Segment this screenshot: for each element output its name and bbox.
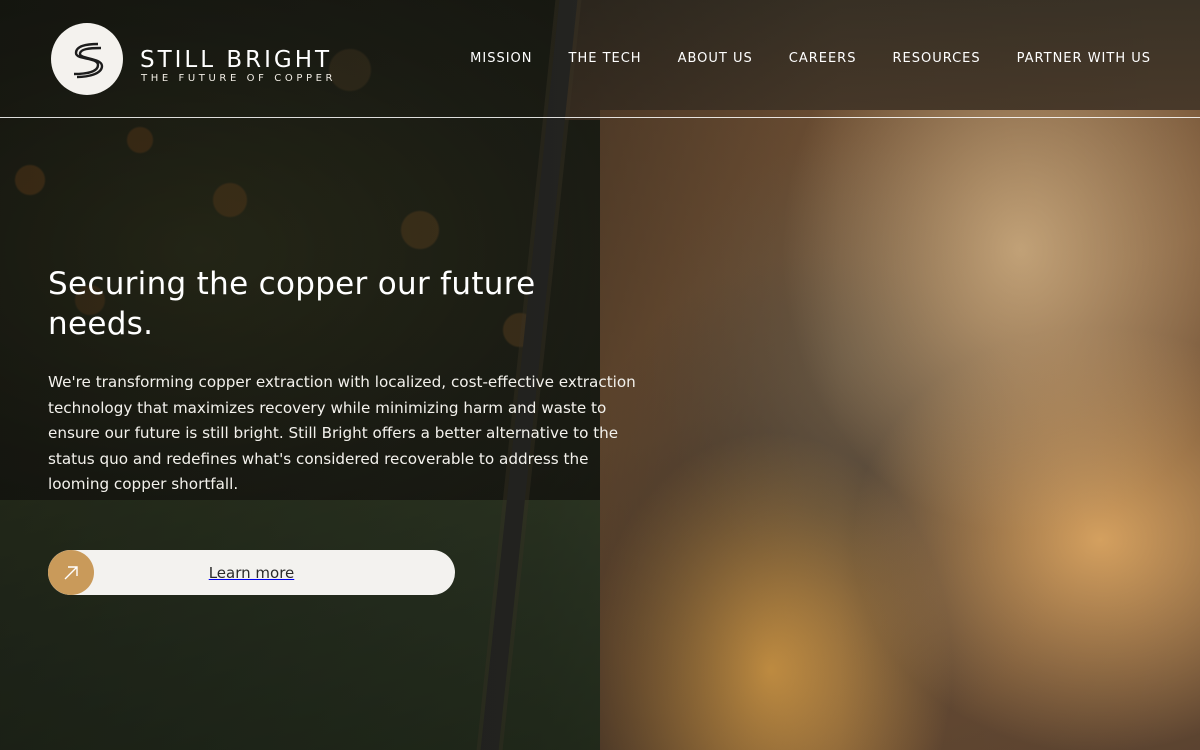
logo-s-icon bbox=[73, 42, 104, 79]
nav-item-resources[interactable]: RESOURCES bbox=[892, 51, 980, 66]
site-header: STILL BRIGHT THE FUTURE OF COPPER MISSIO… bbox=[0, 0, 1200, 118]
logo[interactable] bbox=[51, 23, 123, 95]
arrow-up-right-icon bbox=[48, 550, 94, 595]
brand-tagline: THE FUTURE OF COPPER bbox=[141, 73, 337, 84]
main-nav: MISSION THE TECH ABOUT US CAREERS RESOUR… bbox=[470, 51, 1151, 66]
nav-item-mission[interactable]: MISSION bbox=[470, 51, 532, 66]
hero-title: Securing the copper our future needs. bbox=[48, 266, 536, 342]
hero-description: We're transforming copper extraction wit… bbox=[48, 373, 636, 493]
brand-name: STILL BRIGHT bbox=[140, 47, 333, 73]
nav-item-the-tech[interactable]: THE TECH bbox=[569, 51, 642, 66]
learn-more-label: Learn more bbox=[208, 563, 295, 582]
nav-item-about-us[interactable]: ABOUT US bbox=[678, 51, 753, 66]
learn-more-button[interactable]: Learn more bbox=[48, 550, 455, 595]
nav-item-partner-with-us[interactable]: PARTNER WITH US bbox=[1017, 51, 1151, 66]
nav-item-careers[interactable]: CAREERS bbox=[789, 51, 857, 66]
